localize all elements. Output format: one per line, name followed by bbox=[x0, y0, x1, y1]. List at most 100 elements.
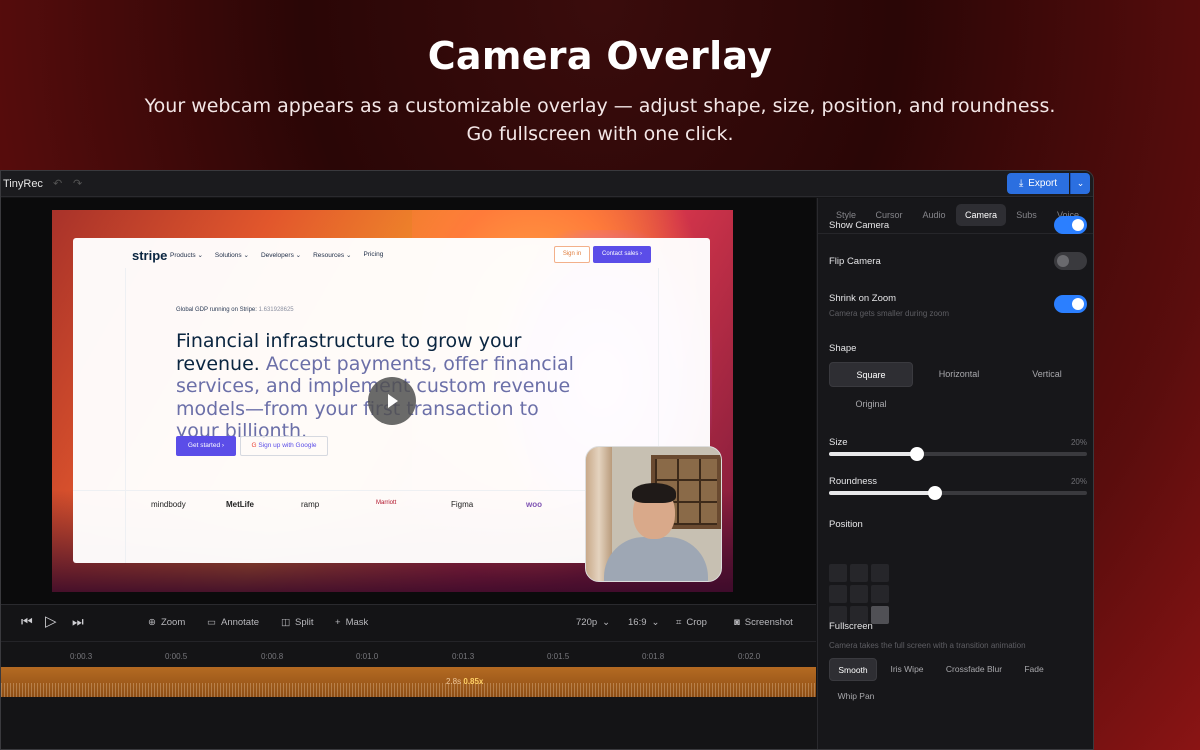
gdp-counter: Global GDP running on Stripe: 1.63192862… bbox=[176, 307, 294, 313]
tab-audio[interactable]: Audio bbox=[912, 204, 956, 226]
website-contact-button: Contact sales › bbox=[593, 246, 651, 263]
size-value: 20% bbox=[1070, 438, 1087, 447]
mask-button[interactable]: + Mask bbox=[335, 617, 368, 628]
customer-logo: mindbody bbox=[151, 500, 186, 509]
shape-square-option[interactable]: Square bbox=[829, 362, 913, 387]
hero-subtitle-line1: Your webcam appears as a customizable ov… bbox=[144, 95, 1056, 117]
aspect-select[interactable]: 16:9 ⌄ bbox=[628, 617, 659, 628]
audio-waveform bbox=[1, 683, 816, 697]
shape-original-option[interactable]: Original bbox=[829, 392, 913, 417]
position-middle-right[interactable] bbox=[871, 585, 889, 603]
split-icon: ◫ bbox=[281, 617, 290, 628]
undo-icon[interactable]: ↶ bbox=[53, 177, 62, 190]
play-overlay-button[interactable] bbox=[368, 377, 416, 425]
flip-camera-label: Flip Camera bbox=[829, 256, 881, 267]
app-window: TinyRec ↶ ↷ ⤓ Export ⌄ stripe Products ⌄ bbox=[0, 170, 1094, 750]
customer-logo: Figma bbox=[451, 500, 474, 509]
show-camera-label: Show Camera bbox=[829, 220, 890, 231]
timeline-toolbar: ⏮ ▷ ⏭ ⊕ Zoom ▭ Annotate ◫ Split + Mask 720p ⌄… bbox=[1, 605, 816, 641]
hero-subtitle-line2: Go fullscreen with one click. bbox=[466, 123, 734, 145]
shrink-on-zoom-toggle[interactable] bbox=[1054, 295, 1087, 313]
divider bbox=[818, 233, 1093, 234]
ruler-tick: 0:01.0 bbox=[356, 652, 379, 661]
clip-speed-label: 2.8s 0.85x bbox=[446, 677, 484, 686]
settings-panel: Style Cursor Audio Camera Subs Voice Sho… bbox=[817, 198, 1093, 749]
audio-clip-track[interactable]: 2.8s 0.85x bbox=[1, 667, 816, 697]
customer-logo: Marriott bbox=[376, 500, 397, 506]
resolution-select[interactable]: 720p ⌄ bbox=[576, 617, 610, 628]
shape-label: Shape bbox=[829, 343, 857, 354]
tab-camera[interactable]: Camera bbox=[956, 204, 1006, 226]
nav-item: Solutions ⌄ bbox=[214, 252, 249, 259]
roundness-slider-knob[interactable] bbox=[927, 486, 942, 500]
position-bottom-right[interactable] bbox=[871, 606, 889, 624]
transition-whip-pan-option[interactable]: Whip Pan bbox=[829, 685, 883, 708]
redo-icon[interactable]: ↷ bbox=[73, 177, 82, 190]
app-name: TinyRec bbox=[3, 178, 43, 190]
nav-item: Products ⌄ bbox=[170, 252, 203, 259]
skip-back-icon[interactable]: ⏮ bbox=[21, 614, 33, 630]
timeline: ⏮ ▷ ⏭ ⊕ Zoom ▭ Annotate ◫ Split + Mask 720p ⌄… bbox=[1, 604, 816, 749]
crop-button[interactable]: ⌗ Crop bbox=[676, 617, 707, 628]
fullscreen-hint: Camera takes the full screen with a tran… bbox=[829, 641, 1026, 650]
position-label: Position bbox=[829, 519, 863, 530]
timeline-ruler[interactable]: 0:00.3 0:00.5 0:00.8 0:01.0 0:01.3 0:01.… bbox=[1, 641, 816, 665]
roundness-slider[interactable] bbox=[829, 486, 1087, 500]
ruler-tick: 0:00.3 bbox=[70, 652, 93, 661]
split-button[interactable]: ◫ Split bbox=[281, 617, 313, 628]
export-options-button[interactable]: ⌄ bbox=[1070, 173, 1090, 194]
customer-logos: mindbody MetLife ramp Marriott Figma woo bbox=[151, 500, 601, 509]
guide-line bbox=[125, 268, 126, 563]
ruler-tick: 0:00.8 bbox=[261, 652, 284, 661]
shape-horizontal-option[interactable]: Horizontal bbox=[917, 362, 1001, 387]
camera-person-hair bbox=[632, 483, 676, 503]
annotate-button[interactable]: ▭ Annotate bbox=[207, 617, 259, 628]
website-signin-button: Sign in bbox=[554, 246, 590, 263]
size-slider-knob[interactable] bbox=[909, 447, 924, 461]
camera-icon: ◙ bbox=[734, 617, 740, 628]
transition-crossfade-blur-option[interactable]: Crossfade Blur bbox=[938, 658, 1010, 681]
hero-title: Camera Overlay bbox=[427, 34, 773, 78]
nav-item: Pricing bbox=[363, 251, 384, 258]
website-nav: stripe Products ⌄ Solutions ⌄ Developers… bbox=[73, 246, 710, 266]
skip-forward-icon[interactable]: ⏭ bbox=[72, 614, 84, 630]
play-icon[interactable]: ▷ bbox=[45, 612, 57, 630]
position-middle-left[interactable] bbox=[829, 585, 847, 603]
preview-canvas: stripe Products ⌄ Solutions ⌄ Developers… bbox=[52, 210, 733, 592]
position-top-center[interactable] bbox=[850, 564, 868, 582]
show-camera-toggle[interactable] bbox=[1054, 216, 1087, 234]
position-middle-center[interactable] bbox=[850, 585, 868, 603]
export-label: Export bbox=[1028, 178, 1058, 189]
ruler-tick: 0:00.5 bbox=[165, 652, 188, 661]
size-slider-fill bbox=[829, 452, 917, 456]
zoom-button[interactable]: ⊕ Zoom bbox=[148, 617, 185, 628]
nav-item: Resources ⌄ bbox=[313, 252, 352, 259]
camera-overlay[interactable] bbox=[585, 446, 722, 582]
shrink-on-zoom-label: Shrink on Zoom bbox=[829, 293, 897, 304]
size-slider[interactable] bbox=[829, 447, 1087, 461]
roundness-slider-fill bbox=[829, 491, 935, 495]
camera-person-body bbox=[604, 537, 708, 581]
flip-camera-toggle[interactable] bbox=[1054, 252, 1087, 270]
position-top-left[interactable] bbox=[829, 564, 847, 582]
customer-logo: MetLife bbox=[226, 500, 254, 509]
position-top-right[interactable] bbox=[871, 564, 889, 582]
shape-vertical-option[interactable]: Vertical bbox=[1005, 362, 1089, 387]
transition-fade-option[interactable]: Fade bbox=[1016, 658, 1052, 681]
comment-icon: ▭ bbox=[207, 617, 216, 628]
title-bar: TinyRec ↶ ↷ ⤓ Export ⌄ bbox=[1, 171, 1093, 197]
roundness-label: Roundness bbox=[829, 476, 878, 487]
ruler-tick: 0:01.5 bbox=[547, 652, 570, 661]
screenshot-button[interactable]: ◙ Screenshot bbox=[734, 617, 793, 628]
roundness-value: 20% bbox=[1070, 477, 1087, 486]
ruler-tick: 0:01.8 bbox=[642, 652, 665, 661]
ruler-tick: 0:02.0 bbox=[738, 652, 761, 661]
transition-iris-wipe-option[interactable]: Iris Wipe bbox=[882, 658, 932, 681]
tab-subs[interactable]: Subs bbox=[1006, 204, 1047, 226]
chevron-down-icon: ⌄ bbox=[602, 617, 611, 628]
transition-smooth-option[interactable]: Smooth bbox=[829, 658, 877, 681]
crop-icon: ⌗ bbox=[676, 617, 682, 628]
export-button[interactable]: ⤓ Export bbox=[1007, 173, 1069, 194]
hero-subtitle: Your webcam appears as a customizable ov… bbox=[0, 92, 1200, 148]
chevron-down-icon: ⌄ bbox=[1076, 178, 1085, 188]
